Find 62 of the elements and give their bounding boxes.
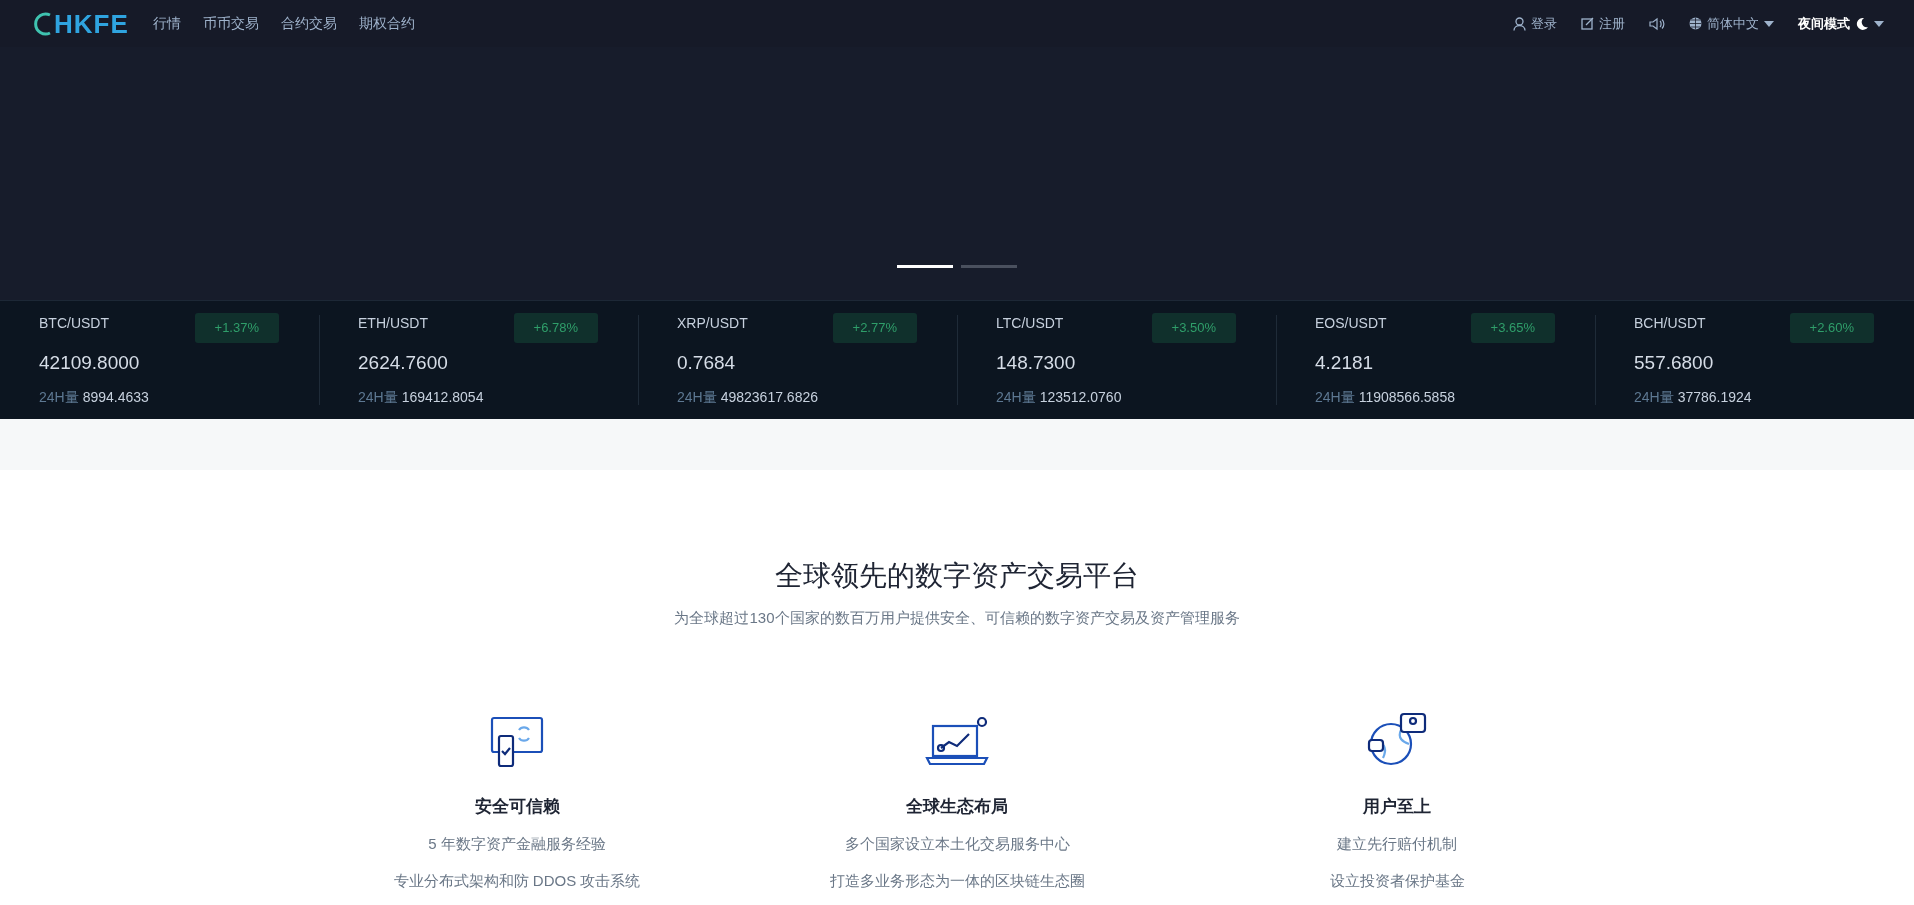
price: 42109.8000: [39, 350, 141, 375]
price: 2624.7600: [358, 350, 449, 375]
volume-label: 24H量: [1315, 389, 1355, 405]
feature-description: 打造多业务形态为一体的区块链生态圈: [828, 870, 1086, 891]
volume-label: 24H量: [358, 389, 398, 405]
feature-title: 全球生态布局: [905, 795, 1009, 818]
volume-label: 24H量: [1634, 389, 1674, 405]
volume-value: 49823617.6826: [720, 389, 818, 405]
change-badge: +2.77%: [832, 313, 917, 343]
feature-description: 多个国家设立本土化交易服务中心: [843, 834, 1071, 854]
change-badge: +3.50%: [1151, 313, 1236, 343]
language-selector[interactable]: 简体中文: [1689, 13, 1774, 34]
pair-name[interactable]: BTC/USDT: [39, 313, 109, 334]
price: 0.7684: [677, 350, 737, 375]
pair-name[interactable]: ETH/USDT: [358, 313, 428, 334]
feature-description: 专业分布式架构和防 DDOS 攻击系统: [392, 870, 642, 891]
nav-link[interactable]: 合约交易: [280, 13, 337, 34]
login-link[interactable]: 登录: [1513, 13, 1557, 34]
nav-link[interactable]: 行情: [152, 13, 181, 34]
edit-icon: [1581, 17, 1594, 30]
volume-value: 11908566.5858: [1358, 389, 1455, 405]
pair-name[interactable]: LTC/USDT: [996, 313, 1064, 334]
carousel-indicator[interactable]: [897, 265, 953, 268]
volume-label: 24H量: [996, 389, 1036, 405]
caret-icon: [1764, 20, 1774, 27]
feature-description: 建立先行赔付机制: [1336, 834, 1458, 854]
price: 557.6800: [1634, 350, 1715, 375]
feature-title: 用户至上: [1362, 795, 1432, 818]
user-icon: [1513, 16, 1526, 31]
pair-name[interactable]: XRP/USDT: [677, 313, 748, 334]
feature-description: 5 年数字资产金融服务经验: [427, 834, 607, 854]
caret-icon: [1874, 20, 1884, 27]
volume-label: 24H量: [39, 389, 79, 405]
feature-title: 安全可信赖: [473, 795, 561, 818]
nav-link[interactable]: 期权合约: [358, 13, 415, 34]
speaker-icon[interactable]: [1649, 16, 1665, 31]
change-badge: +2.60%: [1789, 313, 1874, 343]
globe-chat-icon: [1367, 711, 1427, 768]
change-badge: +3.65%: [1470, 313, 1555, 343]
nav-link[interactable]: 币币交易: [202, 13, 259, 34]
moon-icon: [1855, 16, 1869, 31]
price: 148.7300: [996, 350, 1077, 375]
logo[interactable]: HKFE: [54, 10, 129, 37]
section-subtitle: 为全球超过130个国家的数百万用户提供安全、可信赖的数字资产交易及资产管理服务: [673, 608, 1241, 628]
volume-value: 37786.1924: [1677, 389, 1752, 405]
section-title: 全球领先的数字资产交易平台: [774, 559, 1140, 593]
laptop-chart-icon: [925, 715, 989, 768]
volume-value: 8994.4633: [82, 389, 149, 405]
globe-icon: [1689, 17, 1702, 30]
pair-name[interactable]: EOS/USDT: [1315, 313, 1387, 334]
volume-value: 123512.0760: [1039, 389, 1122, 405]
monitor-phone-icon: [489, 715, 545, 768]
register-link[interactable]: 注册: [1581, 13, 1625, 34]
volume-label: 24H量: [677, 389, 717, 405]
theme-toggle[interactable]: 夜间模式: [1798, 13, 1884, 34]
change-badge: +6.78%: [513, 313, 598, 343]
feature-description: 设立投资者保护基金: [1328, 870, 1466, 891]
carousel-indicator[interactable]: [961, 265, 1017, 268]
price: 4.2181: [1315, 350, 1375, 375]
volume-value: 169412.8054: [401, 389, 484, 405]
pair-name[interactable]: BCH/USDT: [1634, 313, 1706, 334]
change-badge: +1.37%: [194, 313, 279, 343]
